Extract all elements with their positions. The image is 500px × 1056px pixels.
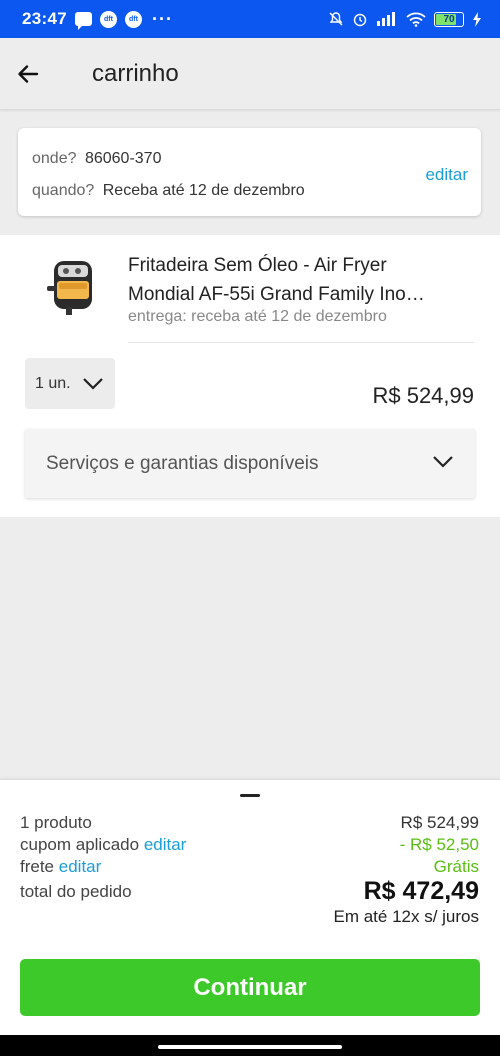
shipping-row: frete editar: [20, 857, 101, 877]
edit-coupon-link[interactable]: editar: [144, 835, 187, 854]
home-gesture-pill[interactable]: [158, 1045, 342, 1049]
wifi-icon: [406, 12, 426, 27]
total-label: total do pedido: [20, 882, 132, 901]
back-arrow-icon: [18, 64, 39, 83]
products-subtotal: R$ 524,99: [400, 813, 479, 832]
chevron-down-icon: [82, 377, 103, 390]
continue-button[interactable]: Continuar: [20, 959, 480, 1016]
quantity-select[interactable]: 1 un.: [25, 358, 115, 409]
product-price: R$ 524,99: [372, 383, 474, 408]
app-notification-icon: dft: [124, 10, 142, 28]
shipping-label: frete: [20, 857, 55, 876]
charging-icon: [473, 11, 481, 27]
where-label: onde?: [32, 150, 77, 167]
edit-shipping-link[interactable]: editar: [59, 857, 102, 876]
back-button[interactable]: [0, 38, 56, 110]
edit-delivery-link[interactable]: editar: [425, 165, 468, 185]
system-nav-bar: [0, 1035, 500, 1056]
battery-icon: 70: [434, 11, 464, 27]
coupon-row: cupom aplicado editar: [20, 835, 186, 855]
installments-info: Em até 12x s/ juros: [333, 907, 479, 926]
status-time: 23:47: [22, 9, 67, 28]
quantity-value: 1 un.: [35, 374, 71, 392]
when-label: quando?: [32, 182, 95, 199]
product-title-line1: Fritadeira Sem Óleo - Air Fryer: [128, 255, 387, 276]
status-bar: 23:47 dft dft ··· 70: [0, 0, 500, 38]
chevron-down-icon: [433, 456, 453, 468]
delivery-when-row: quando? Receba até 12 de dezembro: [32, 182, 305, 200]
delivery-info-card: onde? 86060-370 quando? Receba até 12 de…: [18, 128, 481, 216]
coupon-label: cupom aplicado: [20, 835, 140, 854]
coupon-discount: - R$ 52,50: [399, 835, 479, 854]
order-total: R$ 472,49: [363, 877, 479, 905]
order-summary-panel: 1 produto R$ 524,99 cupom aplicado edita…: [0, 779, 500, 1035]
product-title[interactable]: Fritadeira Sem Óleo - Air Fryer Mondial …: [128, 251, 458, 309]
delivery-date-value: Receba até 12 de dezembro: [102, 182, 305, 199]
chat-icon: [74, 12, 92, 30]
shipping-value: Grátis: [433, 857, 479, 876]
products-count-label: 1 produto: [20, 813, 92, 832]
product-image[interactable]: [44, 253, 100, 317]
app-notification-icon: dft: [99, 10, 117, 28]
app-bar: carrinho: [0, 38, 500, 110]
page-title: carrinho: [92, 59, 179, 87]
divider: [128, 342, 474, 343]
services-label: Serviços e garantias disponíveis: [46, 452, 319, 474]
mute-icon: [329, 12, 343, 26]
cart-item: Fritadeira Sem Óleo - Air Fryer Mondial …: [0, 235, 500, 517]
product-delivery-note: entrega: receba até 12 de dezembro: [128, 308, 387, 325]
services-warranty-dropdown[interactable]: Serviços e garantias disponíveis: [25, 429, 475, 498]
postal-code-value: 86060-370: [84, 150, 162, 167]
delivery-where-row: onde? 86060-370: [32, 150, 161, 168]
product-title-line2: Mondial AF-55i Grand Family Ino…: [128, 284, 425, 305]
drag-handle[interactable]: [240, 794, 260, 797]
alarm-icon: [353, 13, 367, 27]
more-notifications-icon: ···: [151, 8, 173, 29]
signal-icon: [377, 12, 395, 26]
